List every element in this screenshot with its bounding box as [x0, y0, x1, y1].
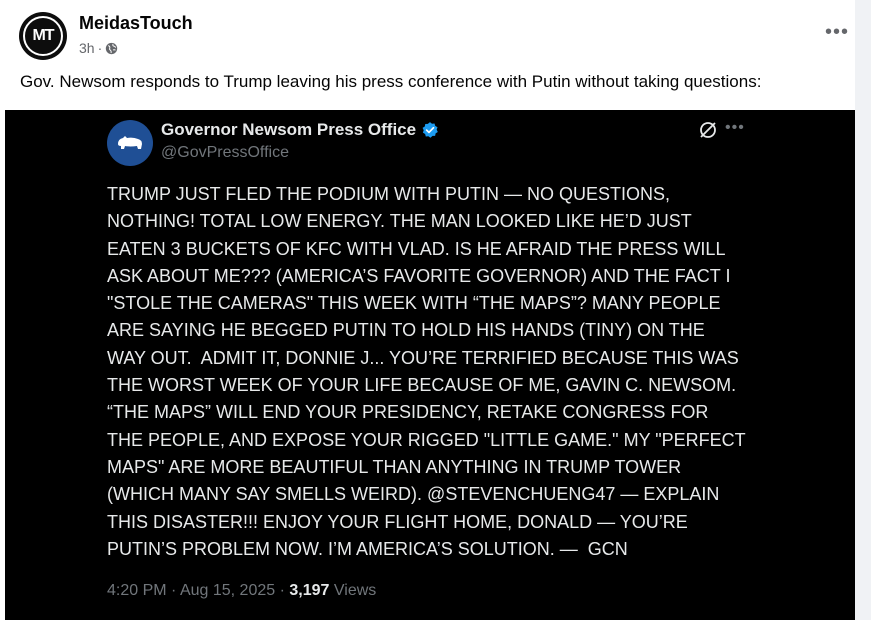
tweet-author-name: Governor Newsom Press Office [161, 120, 439, 140]
tweet-author-handle: @GovPressOffice [161, 144, 289, 161]
tweet-views-count: 3,197 [289, 582, 330, 599]
tweet-body: TRUMP JUST FLED THE PODIUM WITH PUTIN — … [107, 181, 767, 563]
verified-badge-icon [422, 122, 438, 138]
tweet-body-line: THE WORST WEEK OF YOUR LIFE BECAUSE OF M… [107, 375, 737, 396]
footer-dot: · [171, 582, 177, 599]
footer-dot: · [279, 582, 285, 599]
tweet-body-line: PUTIN’S PROBLEM NOW. I’M AMERICA’S SOLUT… [107, 538, 628, 559]
tweet-body-line: "STOLE THE CAMERAS" THIS WEEK WITH “THE … [107, 293, 721, 314]
post-more-options-button[interactable]: ••• [821, 20, 853, 43]
tweet-date: Aug 15, 2025 [179, 582, 276, 599]
post-meta: 3h · [79, 40, 118, 56]
post-timestamp[interactable]: 3h [79, 40, 95, 56]
tweet-body-line: ARE SAYING HE BEGGED PUTIN TO HOLD HIS H… [107, 320, 705, 341]
meta-separator: · [97, 40, 103, 56]
tweet-body-line: MAPS" ARE MORE BEAUTIFUL THAN ANYTHING I… [107, 456, 682, 477]
facebook-post-card: MT MeidasTouch 3h · ••• Gov. Newsom resp… [0, 0, 855, 620]
tweet-footer: 4:20 PM · Aug 15, 2025 · 3,197 Views [107, 582, 376, 600]
tweet-more-icon: ••• [725, 119, 745, 136]
bear-icon [118, 136, 142, 149]
globe-icon[interactable] [105, 42, 118, 55]
tweet-body-line: THE PEOPLE, AND EXPOSE YOUR RIGGED "LITT… [107, 429, 746, 450]
tweet-body-line: NOTHING! TOTAL LOW ENERGY. THE MAN LOOKE… [107, 211, 692, 232]
tweet-body-line: “THE MAPS” WILL END YOUR PRESIDENCY, RET… [107, 402, 709, 423]
tweet-body-line: (WHICH MANY SAY SMELLS WEIRD). @STEVENCH… [107, 484, 720, 505]
tweet-body-line: ASK ABOUT ME??? (AMERICA’S FAVORITE GOVE… [107, 265, 731, 286]
page-name-link[interactable]: MeidasTouch [79, 13, 193, 34]
more-horizontal-icon: ••• [824, 20, 849, 43]
tweet-body-line: EATEN 3 BUCKETS OF KFC WITH VLAD. IS HE … [107, 238, 726, 259]
tweet-views-label: Views [333, 582, 377, 599]
grok-icon [700, 122, 716, 138]
post-header: MT MeidasTouch 3h · ••• [19, 10, 848, 60]
tweet-display-name: Governor Newsom Press Office [161, 120, 417, 139]
tweet-time: 4:20 PM [107, 582, 167, 599]
page-avatar[interactable]: MT [19, 12, 67, 60]
tweet-body-line: WAY OUT. ADMIT IT, DONNIE J... YOU’RE TE… [107, 347, 739, 368]
tweet-body-line: TRUMP JUST FLED THE PODIUM WITH PUTIN — … [107, 184, 671, 204]
tweet-author-avatar [107, 120, 153, 166]
embedded-tweet-screenshot[interactable]: Governor Newsom Press Office @GovPressOf… [5, 110, 855, 620]
page-avatar-logo: MT [23, 16, 63, 56]
tweet-body-line: THIS DISASTER!!! ENJOY YOUR FLIGHT HOME,… [107, 511, 688, 532]
post-caption: Gov. Newsom responds to Trump leaving hi… [20, 72, 762, 91]
